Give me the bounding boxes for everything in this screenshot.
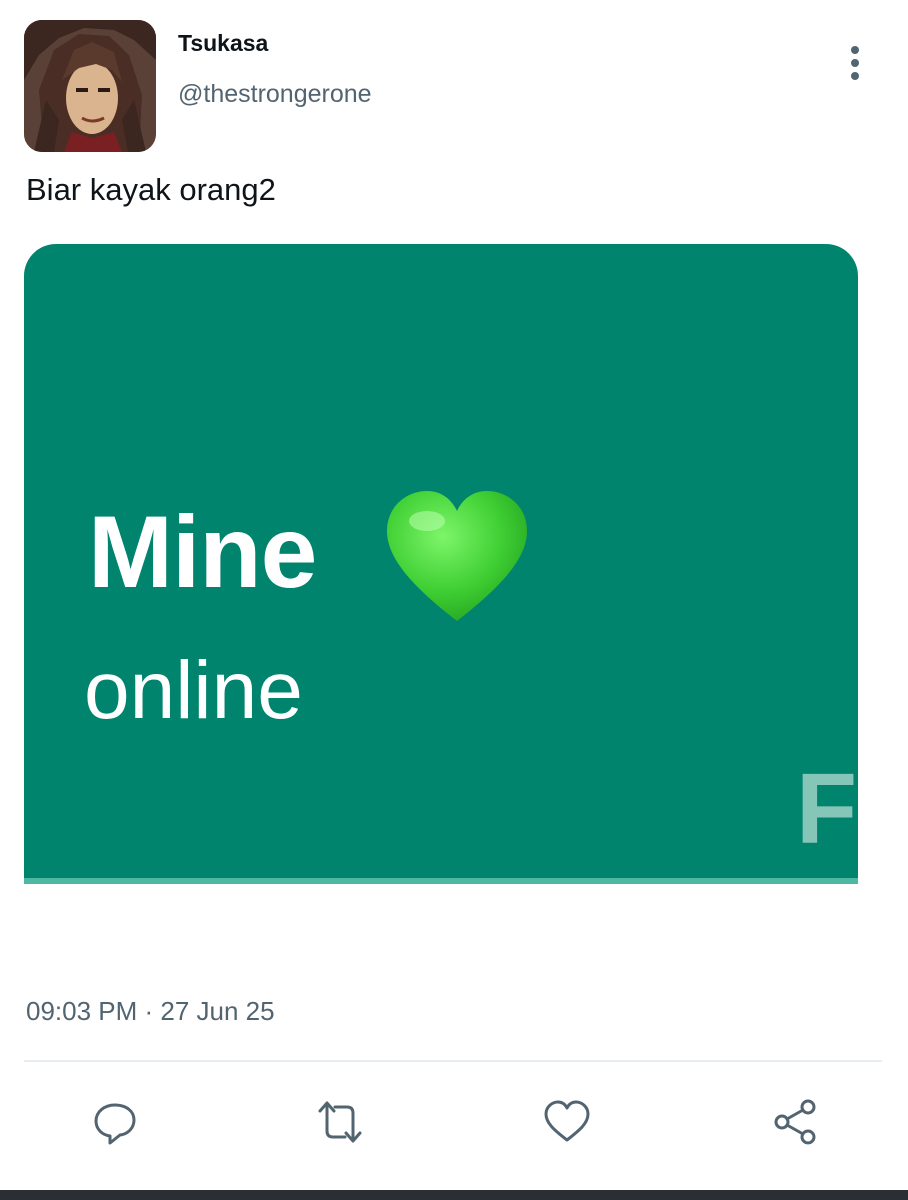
media-title: Mine (88, 495, 317, 609)
heart-icon (544, 1100, 590, 1142)
avatar-image (24, 20, 156, 152)
tweet-media[interactable]: Mine online F (24, 244, 858, 884)
share-icon (774, 1099, 816, 1145)
green-heart-icon (387, 491, 527, 621)
share-button[interactable] (768, 1095, 822, 1149)
tweet-header: Tsukasa @thestrongerone (0, 0, 908, 160)
dot (851, 59, 859, 67)
bottom-border (0, 1190, 908, 1200)
retweet-button[interactable] (313, 1095, 367, 1149)
tweet-text: Biar kayak orang2 (26, 172, 276, 207)
dot (851, 46, 859, 54)
user-handle[interactable]: @thestrongerone (178, 80, 372, 109)
more-vertical-icon[interactable] (836, 42, 874, 84)
divider (24, 1060, 882, 1062)
avatar[interactable] (24, 20, 156, 152)
tweet-actions (0, 1095, 908, 1155)
reply-button[interactable] (88, 1095, 142, 1149)
tweet-timestamp[interactable]: 09:03 PM · 27 Jun 25 (26, 996, 275, 1027)
media-subtitle: online (84, 645, 303, 736)
display-name[interactable]: Tsukasa (178, 30, 268, 57)
reply-icon (94, 1103, 136, 1145)
like-button[interactable] (540, 1095, 594, 1149)
dot (851, 72, 859, 80)
retweet-icon (318, 1101, 362, 1143)
media-partial-letter: F (796, 753, 858, 865)
